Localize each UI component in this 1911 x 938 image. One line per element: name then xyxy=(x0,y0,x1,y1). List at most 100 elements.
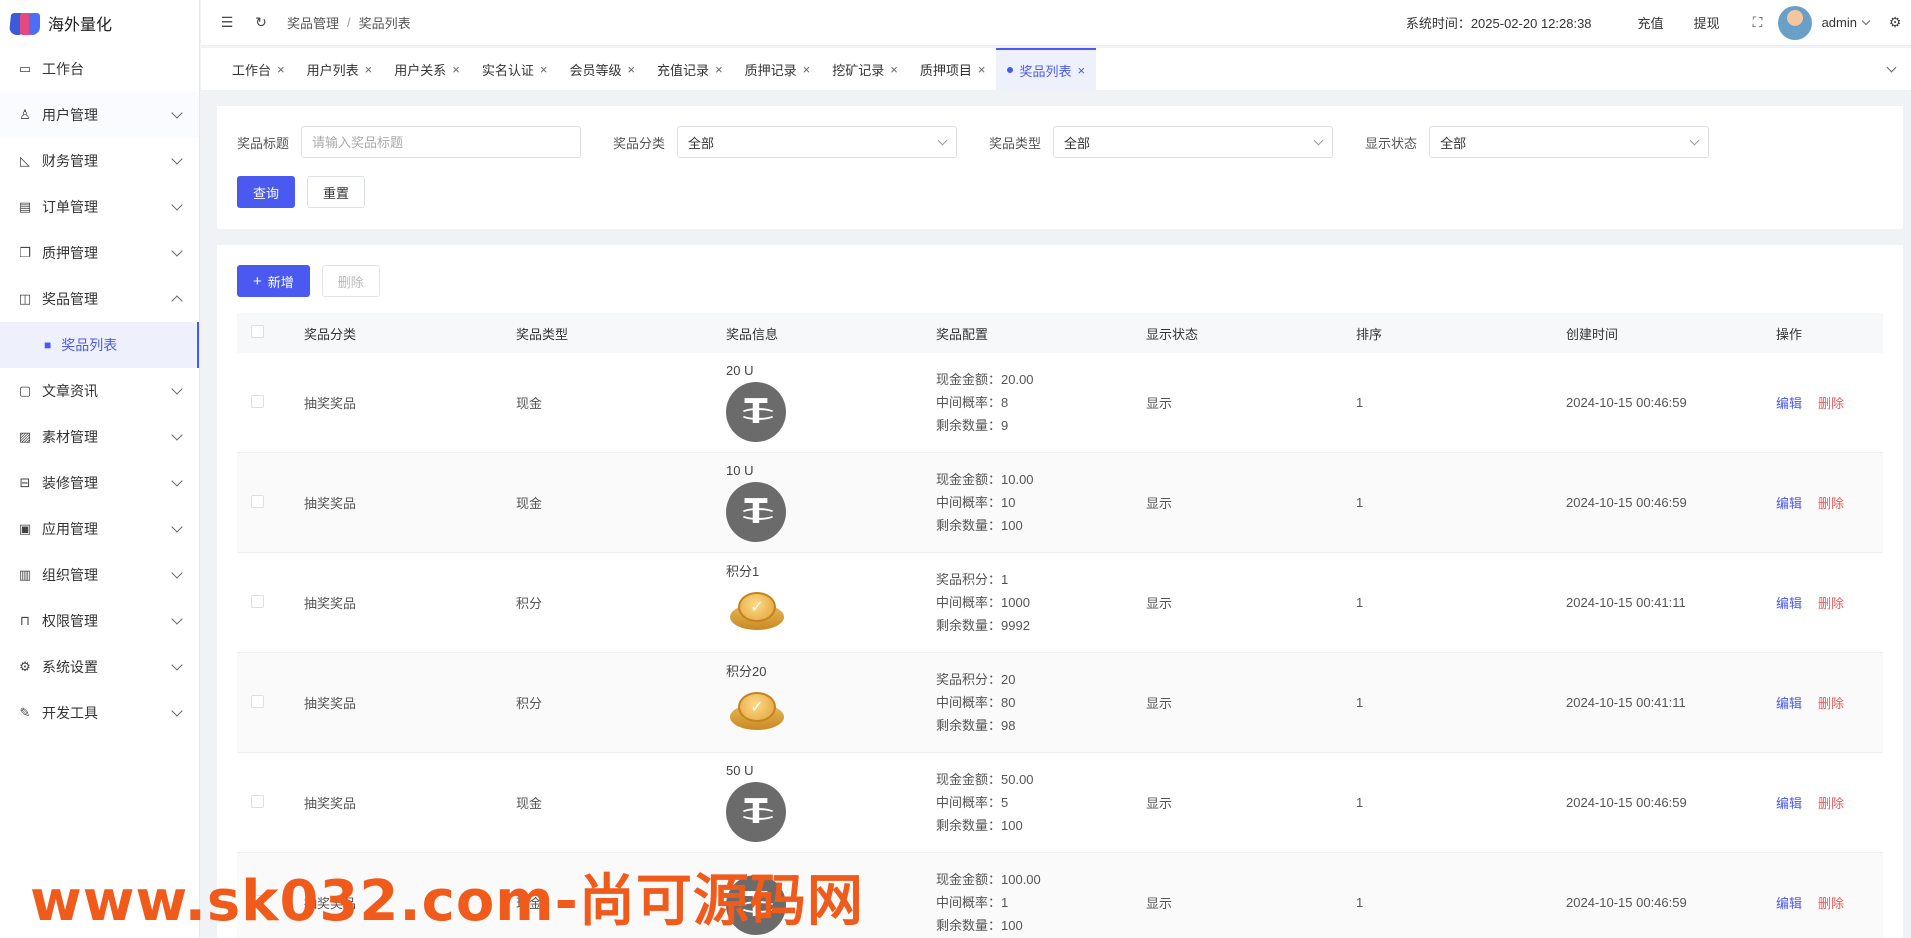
edit-link[interactable]: 编辑 xyxy=(1776,596,1802,611)
table-row: 抽奖奖品 积分 积分1 ✓ 奖品积分：1 中间概率：1000 剩余数量：9992 显示… xyxy=(237,553,1883,653)
chevron-down-icon xyxy=(171,521,183,533)
delete-link[interactable]: 删除 xyxy=(1818,396,1844,411)
edit-link[interactable]: 编辑 xyxy=(1776,896,1802,911)
sidebar-item-orders[interactable]: ▤ 订单管理 xyxy=(0,184,199,230)
close-icon[interactable]: × xyxy=(978,62,986,77)
plus-icon: + xyxy=(253,272,262,290)
chevron-down-icon xyxy=(171,245,183,257)
close-icon[interactable]: × xyxy=(365,62,373,77)
prize-title-input[interactable] xyxy=(301,126,582,158)
tabs-more-button[interactable] xyxy=(1881,48,1901,90)
select-all-checkbox[interactable] xyxy=(251,325,264,338)
sidebar-item-workbench[interactable]: ▭ 工作台 xyxy=(0,46,199,92)
close-icon[interactable]: × xyxy=(890,62,898,77)
filter-type: 奖品类型 全部 xyxy=(989,126,1334,158)
fullscreen-icon[interactable]: ⛶ xyxy=(1750,14,1766,31)
filter-title: 奖品标题 xyxy=(237,126,582,158)
sidebar-item-users[interactable]: ♙ 用户管理 xyxy=(0,92,199,138)
sidebar-item-decoration[interactable]: ⊟ 装修管理 xyxy=(0,460,199,506)
avatar[interactable] xyxy=(1777,5,1812,40)
system-time: 系统时间：2025-02-20 12:28:38 xyxy=(1405,16,1592,31)
close-icon[interactable]: × xyxy=(540,62,548,77)
recharge-link[interactable]: 充值 xyxy=(1638,13,1664,32)
display-status-select[interactable]: 全部 xyxy=(1429,126,1710,158)
table-row: 抽奖奖品 现金 20 UT 现金金额：20.00 中间概率：8 剩余数量：9 显示 … xyxy=(237,353,1883,453)
chevron-down-icon xyxy=(171,659,183,671)
delete-button[interactable]: 删除 xyxy=(321,265,380,297)
sidebar-item-apps[interactable]: ▣ 应用管理 xyxy=(0,506,199,552)
chevron-down-icon xyxy=(1689,135,1700,145)
delete-link[interactable]: 删除 xyxy=(1818,696,1844,711)
sidebar-item-permissions[interactable]: ⊓ 权限管理 xyxy=(0,598,199,644)
sidebar-item-staking[interactable]: ❐ 质押管理 xyxy=(0,230,199,276)
edit-link[interactable]: 编辑 xyxy=(1776,796,1802,811)
app-icon: ▣ xyxy=(18,521,32,536)
sidebar-item-materials[interactable]: ▨ 素材管理 xyxy=(0,414,199,460)
edit-link[interactable]: 编辑 xyxy=(1776,396,1802,411)
chevron-down-icon xyxy=(171,705,183,717)
row-checkbox[interactable] xyxy=(251,394,264,408)
prize-category-select[interactable]: 全部 xyxy=(677,126,958,158)
sidebar-subitem-prize-list[interactable]: ■ 奖品列表 xyxy=(0,322,199,368)
tab-prize-list[interactable]: 奖品列表 × xyxy=(996,48,1097,90)
close-icon[interactable]: × xyxy=(277,62,285,77)
chevron-down-icon xyxy=(171,567,183,579)
delete-link[interactable]: 删除 xyxy=(1818,796,1844,811)
image-icon: ▨ xyxy=(18,429,32,444)
column-header: 排序 xyxy=(1356,326,1383,342)
tab-recharge-records[interactable]: 充值记录 × xyxy=(646,48,734,90)
close-icon[interactable]: × xyxy=(803,62,811,77)
app-logo[interactable]: 海外量化 xyxy=(0,0,199,46)
close-icon[interactable]: × xyxy=(452,62,460,77)
usdt-coin-icon: T xyxy=(726,382,786,442)
close-icon[interactable]: × xyxy=(1078,63,1086,78)
row-checkbox[interactable] xyxy=(251,594,264,608)
user-dropdown[interactable]: admin xyxy=(1822,15,1871,30)
message-icon: ▢ xyxy=(18,383,32,398)
tab-staking-records[interactable]: 质押记录 × xyxy=(734,48,822,90)
prize-type-select[interactable]: 全部 xyxy=(1053,126,1334,158)
tab-user-relations[interactable]: 用户关系 × xyxy=(383,48,471,90)
reset-button[interactable]: 重置 xyxy=(307,176,366,208)
refresh-icon[interactable]: ↻ xyxy=(253,14,269,31)
tab-workbench[interactable]: 工作台 × xyxy=(221,48,296,90)
sidebar-item-articles[interactable]: ▢ 文章资讯 xyxy=(0,368,199,414)
withdraw-link[interactable]: 提现 xyxy=(1694,13,1720,32)
row-checkbox[interactable] xyxy=(251,694,264,708)
sidebar-item-devtools[interactable]: ✎ 开发工具 xyxy=(0,690,199,736)
sidebar-item-settings[interactable]: ⚙ 系统设置 xyxy=(0,644,199,690)
tab-user-list[interactable]: 用户列表 × xyxy=(296,48,384,90)
delete-link[interactable]: 删除 xyxy=(1818,496,1844,511)
tab-kyc[interactable]: 实名认证 × xyxy=(471,48,559,90)
delete-link[interactable]: 删除 xyxy=(1818,896,1844,911)
tab-mining-records[interactable]: 挖矿记录 × xyxy=(821,48,909,90)
points-coin-icon: ✓ xyxy=(726,584,786,644)
delete-link[interactable]: 删除 xyxy=(1818,596,1844,611)
building-icon: ▥ xyxy=(18,567,32,582)
query-button[interactable]: 查询 xyxy=(237,176,296,208)
close-icon[interactable]: × xyxy=(715,62,723,77)
table-row: 抽奖奖品 积分 积分20 ✓ 奖品积分：20 中间概率：80 剩余数量：98 显示 1… xyxy=(237,653,1883,753)
close-icon[interactable]: × xyxy=(627,62,635,77)
row-checkbox[interactable] xyxy=(251,794,264,808)
gear-icon[interactable]: ⚙ xyxy=(1887,14,1903,31)
sidebar: 海外量化 ▭ 工作台 ♙ 用户管理 ◺ 财务管理 ▤ 订单管理 ❐ 质押管理 ◫ 奖品管理 … xyxy=(0,0,200,938)
column-header: 创建时间 xyxy=(1566,326,1619,342)
breadcrumb-item[interactable]: 奖品管理 xyxy=(287,13,339,32)
column-header: 操作 xyxy=(1776,326,1803,342)
sidebar-item-finance[interactable]: ◺ 财务管理 xyxy=(0,138,199,184)
active-dot-icon xyxy=(1007,67,1014,73)
chevron-down-icon xyxy=(171,383,183,395)
tab-staking-projects[interactable]: 质押项目 × xyxy=(909,48,997,90)
tab-member-level[interactable]: 会员等级 × xyxy=(558,48,646,90)
add-button[interactable]: + 新增 xyxy=(237,265,310,297)
sidebar-item-prizes[interactable]: ◫ 奖品管理 xyxy=(0,276,199,322)
app-name: 海外量化 xyxy=(48,17,113,34)
menu-fold-icon[interactable]: ☰ xyxy=(219,14,235,31)
row-checkbox[interactable] xyxy=(251,494,264,508)
edit-link[interactable]: 编辑 xyxy=(1776,496,1802,511)
edit-link[interactable]: 编辑 xyxy=(1776,696,1802,711)
table-header: 奖品分类 奖品类型 奖品信息 奖品配置 显示状态 排序 创建时间 操作 xyxy=(237,313,1883,353)
sidebar-item-organization[interactable]: ▥ 组织管理 xyxy=(0,552,199,598)
usdt-coin-icon: T xyxy=(726,782,786,842)
